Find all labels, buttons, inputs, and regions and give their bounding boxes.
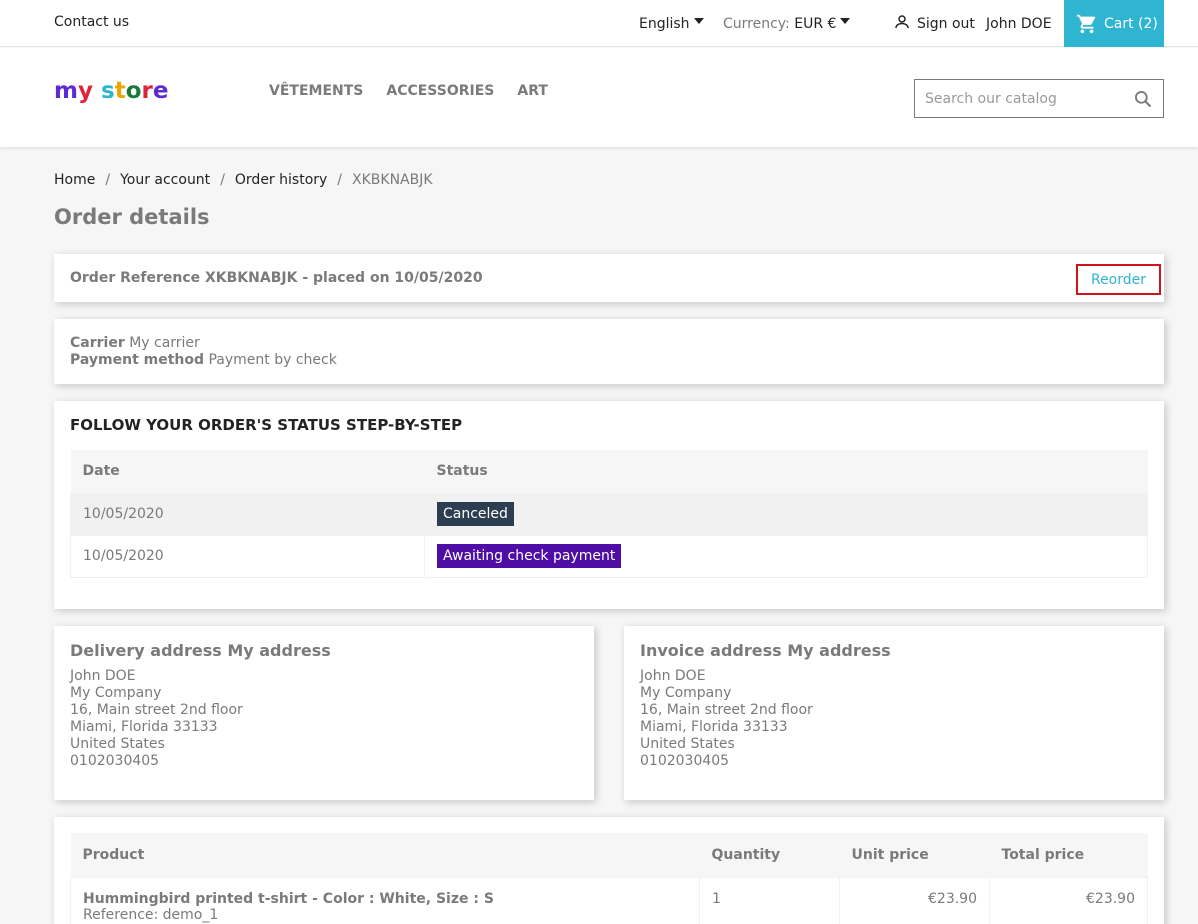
status-badge: Awaiting check payment [437,544,622,568]
nav-item-vetements[interactable]: VÊTEMENTS [269,83,363,99]
table-row: 10/05/2020 Awaiting check payment [70,534,1148,578]
address-line: 0102030405 [70,753,160,769]
column-header-total-price: Total price [989,833,1148,877]
invoice-address-box: Invoice address My address John DOE My C… [624,626,1164,800]
status-table: Date Status 10/05/2020 Canceled 10/05/20… [70,450,1148,578]
address-line: 16, Main street 2nd floor [640,702,813,718]
breadcrumb-current: XKBKNABJK [352,172,433,188]
product-quantity: 1 [699,876,840,924]
user-icon [895,15,909,29]
breadcrumb-separator: / [220,172,225,188]
currency-label: Currency: [723,16,790,32]
logo-letter: y [77,78,93,104]
product-total-price: €23.90 [989,876,1148,924]
carrier-line: Carrier My carrier [70,335,200,351]
breadcrumb-separator: / [337,172,343,188]
contact-us-link[interactable]: Contact us [54,14,129,30]
breadcrumb-your-account[interactable]: Your account [120,172,210,188]
status-date: 10/05/2020 [70,492,425,536]
account-name-link[interactable]: John DOE [986,16,1052,32]
search-input[interactable] [915,80,1125,117]
language-label: English [639,16,690,32]
column-header-status: Status [424,450,1148,494]
breadcrumb-order-history[interactable]: Order history [235,172,327,188]
status-cell: Canceled [424,492,1148,536]
logo-letter: e [152,78,169,104]
cart-button[interactable]: Cart (2) [1064,0,1164,47]
column-header-quantity: Quantity [699,833,840,877]
order-products-box: Product Quantity Unit price Total price … [54,817,1164,924]
breadcrumb-home[interactable]: Home [54,172,95,188]
store-logo[interactable]: my store [54,78,168,104]
payment-value: Payment by check [208,352,337,368]
column-header-product: Product [70,833,700,877]
breadcrumb-separator: / [105,172,111,188]
search-icon[interactable] [1133,89,1153,109]
delivery-address-box: Delivery address My address John DOE My … [54,626,594,800]
language-selector[interactable]: English [639,16,704,32]
search-box [914,79,1164,118]
reorder-button[interactable]: Reorder [1076,264,1161,295]
product-unit-price: €23.90 [839,876,990,924]
logo-letter: m [54,78,78,104]
order-reference: Order Reference XKBKNABJK - placed on 10… [70,270,483,286]
invoice-address: John DOE My Company 16, Main street 2nd … [640,668,813,770]
table-row: 10/05/2020 Canceled [70,492,1148,536]
logo-letter [93,78,101,104]
invoice-address-title: Invoice address My address [640,641,891,660]
status-date: 10/05/2020 [70,534,425,578]
main-nav: VÊTEMENTS ACCESSORIES ART [269,83,548,99]
address-line: United States [640,736,735,752]
nav-item-art[interactable]: ART [517,83,548,99]
address-line: United States [70,736,165,752]
delivery-address: John DOE My Company 16, Main street 2nd … [70,668,243,770]
order-status-box: FOLLOW YOUR ORDER'S STATUS STEP-BY-STEP … [54,401,1164,609]
logo-letter: o [125,78,142,104]
order-reference-box: Order Reference XKBKNABJK - placed on 10… [54,254,1164,302]
payment-label: Payment method [70,352,205,368]
logo-letter: r [141,78,153,104]
status-section-title: FOLLOW YOUR ORDER'S STATUS STEP-BY-STEP [70,416,463,434]
products-table: Product Quantity Unit price Total price … [70,833,1148,924]
status-badge: Canceled [437,502,514,526]
address-line: John DOE [70,668,136,684]
carrier-label: Carrier [70,335,125,351]
cart-label: Cart (2) [1104,15,1158,32]
address-line: Miami, Florida 33133 [640,719,788,735]
nav-item-accessories[interactable]: ACCESSORIES [386,83,494,99]
address-line: 0102030405 [640,753,730,769]
site-header: my store VÊTEMENTS ACCESSORIES ART [0,48,1198,147]
address-line: 16, Main street 2nd floor [70,702,243,718]
address-line: John DOE [640,668,706,684]
sign-out-link[interactable]: Sign out [893,13,975,32]
currency-selector[interactable]: Currency: EUR € [723,16,851,32]
payment-line: Payment method Payment by check [70,352,337,368]
address-line: My Company [70,685,162,701]
breadcrumb: Home / Your account / Order history / XK… [54,172,433,188]
caret-down-icon [840,18,851,24]
order-info-box: Carrier My carrier Payment method Paymen… [54,319,1164,384]
top-bar: Contact us English Currency: EUR € Sign … [0,0,1198,47]
product-cell: Hummingbird printed t-shirt - Color : Wh… [70,876,700,924]
logo-letter: t [114,78,126,104]
product-reference: Reference: demo_1 [83,906,219,923]
table-row: Hummingbird printed t-shirt - Color : Wh… [70,876,1148,924]
product-name: Hummingbird printed t-shirt - Color : Wh… [83,890,494,907]
caret-down-icon [693,18,704,24]
delivery-address-title: Delivery address My address [70,641,331,660]
cart-icon [1076,14,1096,33]
carrier-value: My carrier [129,335,200,351]
address-line: Miami, Florida 33133 [70,719,218,735]
status-cell: Awaiting check payment [424,534,1148,578]
logo-letter: s [100,78,115,104]
page-title: Order details [54,205,210,229]
column-header-date: Date [70,450,425,494]
column-header-unit-price: Unit price [839,833,990,877]
sign-out-label: Sign out [917,16,975,32]
address-line: My Company [640,685,732,701]
currency-value: EUR € [794,16,837,32]
